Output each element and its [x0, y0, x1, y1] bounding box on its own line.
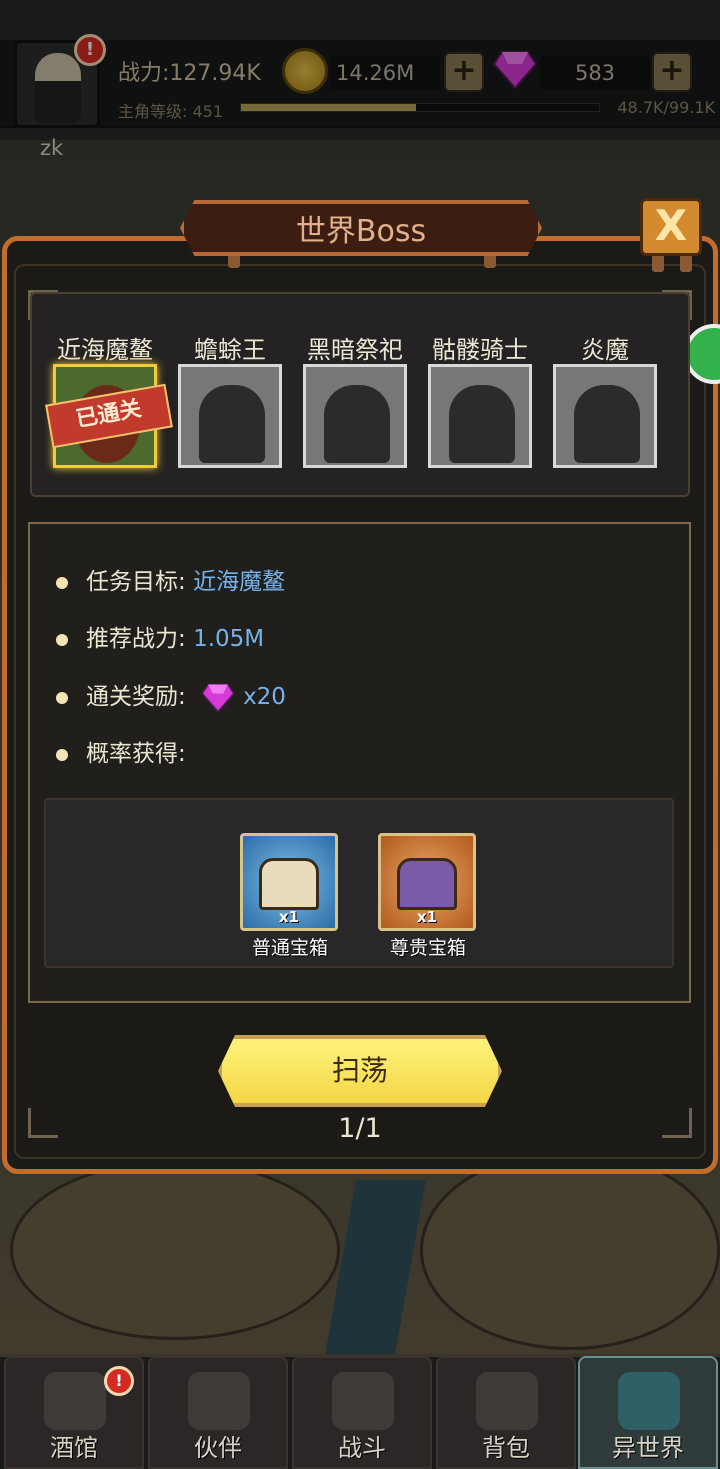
boss-flame-demon-icon: [574, 385, 640, 463]
noble-chest-icon: x1: [378, 833, 476, 931]
nav-label: 酒馆: [50, 1434, 98, 1462]
nav-backpack[interactable]: 背包: [436, 1356, 576, 1469]
partner-silhouette-icon: [188, 1372, 250, 1430]
bullet-icon: [56, 576, 68, 589]
boss-name: 蟾蜍王: [194, 336, 266, 364]
bullet-icon: [56, 633, 68, 646]
boss-tab-toad-king[interactable]: 蟾蜍王: [175, 330, 285, 468]
boss-portrait[interactable]: [178, 364, 282, 468]
reward-item-common-chest[interactable]: x1 普通宝箱: [240, 833, 340, 960]
chest-quantity: x1: [278, 908, 299, 926]
chest-quantity: x1: [416, 908, 437, 926]
nav-partners[interactable]: 伙伴: [148, 1356, 288, 1469]
boss-name: 近海魔鳌: [57, 336, 153, 364]
boss-name: 骷髅骑士: [432, 336, 528, 364]
corner-ornament: [662, 1108, 692, 1138]
crossed-swords-icon: [332, 1372, 394, 1430]
boss-tab-flame-demon[interactable]: 炎魔: [550, 330, 660, 468]
boss-tab-dark-priest[interactable]: 黑暗祭祀: [300, 330, 410, 468]
nav-label: 异世界: [612, 1434, 684, 1462]
dialog-title: 世界Boss: [295, 214, 427, 249]
boss-skeleton-knight-icon: [449, 385, 515, 463]
boss-tab-skeleton-knight[interactable]: 骷髅骑士: [425, 330, 535, 468]
clear-reward-value: x20: [243, 684, 286, 710]
tavern-alert-badge: !: [104, 1366, 134, 1396]
boss-dark-priest-icon: [324, 385, 390, 463]
sweep-count: 1/1: [338, 1113, 382, 1144]
clear-reward: 通关奖励: x20: [56, 680, 286, 714]
boss-toad-king-icon: [199, 385, 265, 463]
chest-name: 尊贵宝箱: [389, 937, 466, 959]
beer-mug-icon: [44, 1372, 106, 1430]
recommended-power: 推荐战力: 1.05M: [56, 622, 264, 656]
nav-label: 战斗: [338, 1434, 386, 1462]
sweep-button[interactable]: 扫荡: [218, 1035, 502, 1107]
backpack-icon: [476, 1372, 538, 1430]
chest-graphic: [259, 858, 319, 910]
common-chest-icon: x1: [240, 833, 338, 931]
nav-battle[interactable]: 战斗: [292, 1356, 432, 1469]
mission-target-label: 任务目标:: [86, 569, 186, 595]
boss-name: 炎魔: [581, 336, 629, 364]
chest-graphic: [397, 858, 457, 910]
reward-area: [44, 798, 674, 968]
boss-portrait[interactable]: [428, 364, 532, 468]
close-button[interactable]: X: [640, 198, 702, 256]
boss-portrait[interactable]: [303, 364, 407, 468]
boss-name: 黑暗祭祀: [307, 336, 403, 364]
nav-other-world[interactable]: 异世界: [578, 1356, 718, 1469]
mission-target-value: 近海魔鳌: [193, 569, 286, 595]
nav-label: 背包: [482, 1434, 530, 1462]
nav-label: 伙伴: [194, 1434, 242, 1462]
boss-portrait[interactable]: [553, 364, 657, 468]
reward-item-noble-chest[interactable]: x1 尊贵宝箱: [378, 833, 478, 960]
probability-drops-label: 概率获得:: [86, 741, 186, 767]
clear-reward-label: 通关奖励:: [86, 684, 186, 710]
probability-drops: 概率获得:: [56, 737, 186, 771]
gem-icon: [201, 683, 235, 713]
mission-target: 任务目标: 近海魔鳌: [56, 565, 285, 599]
chest-name: 普通宝箱: [251, 937, 328, 959]
recommended-power-label: 推荐战力:: [86, 626, 186, 652]
corner-ornament: [28, 1108, 58, 1138]
bullet-icon: [56, 691, 68, 704]
bullet-icon: [56, 748, 68, 761]
portal-icon: [618, 1372, 680, 1430]
recommended-power-value: 1.05M: [193, 626, 265, 652]
